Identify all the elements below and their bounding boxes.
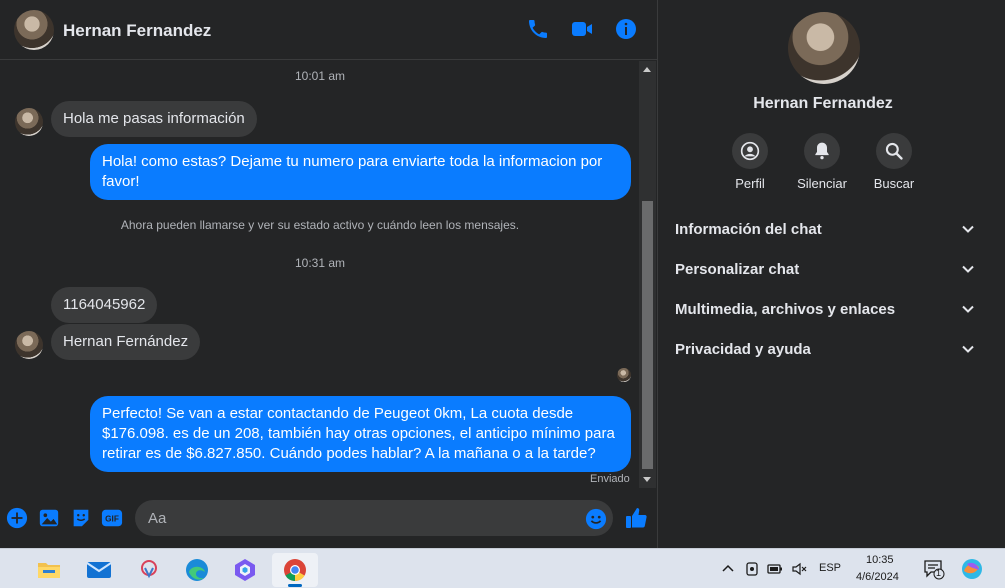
clock-date[interactable]: 4/6/2024 xyxy=(856,571,899,583)
chevron-down-icon xyxy=(962,265,974,273)
file-explorer-icon[interactable] xyxy=(26,553,72,587)
search-button[interactable]: Buscar xyxy=(854,133,934,191)
mute-label: Silenciar xyxy=(797,176,847,191)
chevron-down-icon xyxy=(962,305,974,313)
messenger-window: Hernan Fernandez 10:01 am Hola me pasas … xyxy=(0,0,1005,548)
profile-name: Hernan Fernandez xyxy=(753,95,893,112)
message-input[interactable] xyxy=(135,500,613,536)
battery-icon[interactable] xyxy=(767,561,783,577)
section-customize-chat[interactable]: Personalizar chat xyxy=(675,257,975,281)
section-privacy-help[interactable]: Privacidad y ayuda xyxy=(675,337,975,361)
incoming-message[interactable]: Hola me pasas información xyxy=(51,101,257,137)
outgoing-message[interactable]: Perfecto! Se van a estar contactando de … xyxy=(90,396,631,472)
message-list: 10:01 am Hola me pasas información Hola!… xyxy=(0,61,640,491)
contact-avatar[interactable] xyxy=(14,10,54,50)
chevron-down-icon xyxy=(962,225,974,233)
profile-avatar-large[interactable] xyxy=(788,12,860,84)
copilot-icon[interactable] xyxy=(222,553,268,587)
contact-avatar-small[interactable] xyxy=(15,331,43,359)
video-icon[interactable] xyxy=(570,17,594,41)
section-label: Información del chat xyxy=(675,220,822,238)
chevron-down-icon xyxy=(962,345,974,353)
image-icon[interactable] xyxy=(38,507,60,529)
gif-label: GIF xyxy=(105,515,119,524)
mail-icon[interactable] xyxy=(76,553,122,587)
app-icon[interactable] xyxy=(126,553,172,587)
section-label: Privacidad y ayuda xyxy=(675,340,811,358)
chat-info-panel: Hernan Fernandez Perfil Silenciar Buscar… xyxy=(658,0,988,548)
section-chat-info[interactable]: Información del chat xyxy=(675,217,975,241)
language-indicator[interactable]: ESP xyxy=(819,562,841,574)
emoji-icon[interactable] xyxy=(585,508,607,530)
info-icon[interactable] xyxy=(614,17,638,41)
delivery-status: Enviado xyxy=(590,473,630,485)
search-label: Buscar xyxy=(873,176,915,191)
chevron-up-icon[interactable] xyxy=(720,561,736,577)
timestamp: 10:01 am xyxy=(294,69,346,83)
like-icon[interactable] xyxy=(624,506,648,530)
notification-icon[interactable]: 1 xyxy=(924,560,946,580)
mute-button[interactable]: Silenciar xyxy=(782,133,862,191)
panel-scrollbar[interactable] xyxy=(988,0,1005,548)
scroll-down-arrow[interactable] xyxy=(643,477,651,482)
section-label: Personalizar chat xyxy=(675,260,800,278)
sticker-icon[interactable] xyxy=(70,507,92,529)
timestamp: 10:31 am xyxy=(294,256,346,270)
windows-taskbar: ESP 10:35 4/6/2024 1 xyxy=(0,548,1005,588)
section-media-files[interactable]: Multimedia, archivos y enlaces xyxy=(675,297,975,321)
copilot-preview-icon[interactable] xyxy=(961,558,983,580)
system-note: Ahora pueden llamarse y ver su estado ac… xyxy=(120,218,520,232)
plus-icon[interactable] xyxy=(6,507,28,529)
search-icon xyxy=(876,133,912,169)
incoming-message[interactable]: 1164045962 xyxy=(51,287,158,323)
meet-now-icon[interactable] xyxy=(744,561,760,577)
edge-icon[interactable] xyxy=(174,553,220,587)
profile-button[interactable]: Perfil xyxy=(710,133,790,191)
contact-name[interactable]: Hernan Fernandez xyxy=(63,21,211,41)
volume-muted-icon[interactable] xyxy=(791,561,807,577)
notification-count: 1 xyxy=(936,568,942,578)
message-composer: GIF xyxy=(0,495,657,543)
phone-icon[interactable] xyxy=(526,17,550,41)
scroll-up-arrow[interactable] xyxy=(643,67,651,72)
contact-avatar-small[interactable] xyxy=(15,108,43,136)
profile-label: Perfil xyxy=(735,176,765,191)
chat-header: Hernan Fernandez xyxy=(0,0,657,60)
profile-icon xyxy=(732,133,768,169)
outgoing-message[interactable]: Hola! como estas? Dejame tu numero para … xyxy=(90,144,631,200)
chrome-icon[interactable] xyxy=(272,553,318,587)
clock-time[interactable]: 10:35 xyxy=(866,554,894,566)
section-label: Multimedia, archivos y enlaces xyxy=(675,300,896,318)
bell-icon xyxy=(804,133,840,169)
incoming-message[interactable]: Hernan Fernández xyxy=(51,324,201,360)
seen-indicator-avatar xyxy=(617,368,631,382)
gif-icon[interactable]: GIF xyxy=(101,507,123,529)
scroll-thumb[interactable] xyxy=(642,201,653,469)
message-scrollbar[interactable] xyxy=(639,61,656,488)
